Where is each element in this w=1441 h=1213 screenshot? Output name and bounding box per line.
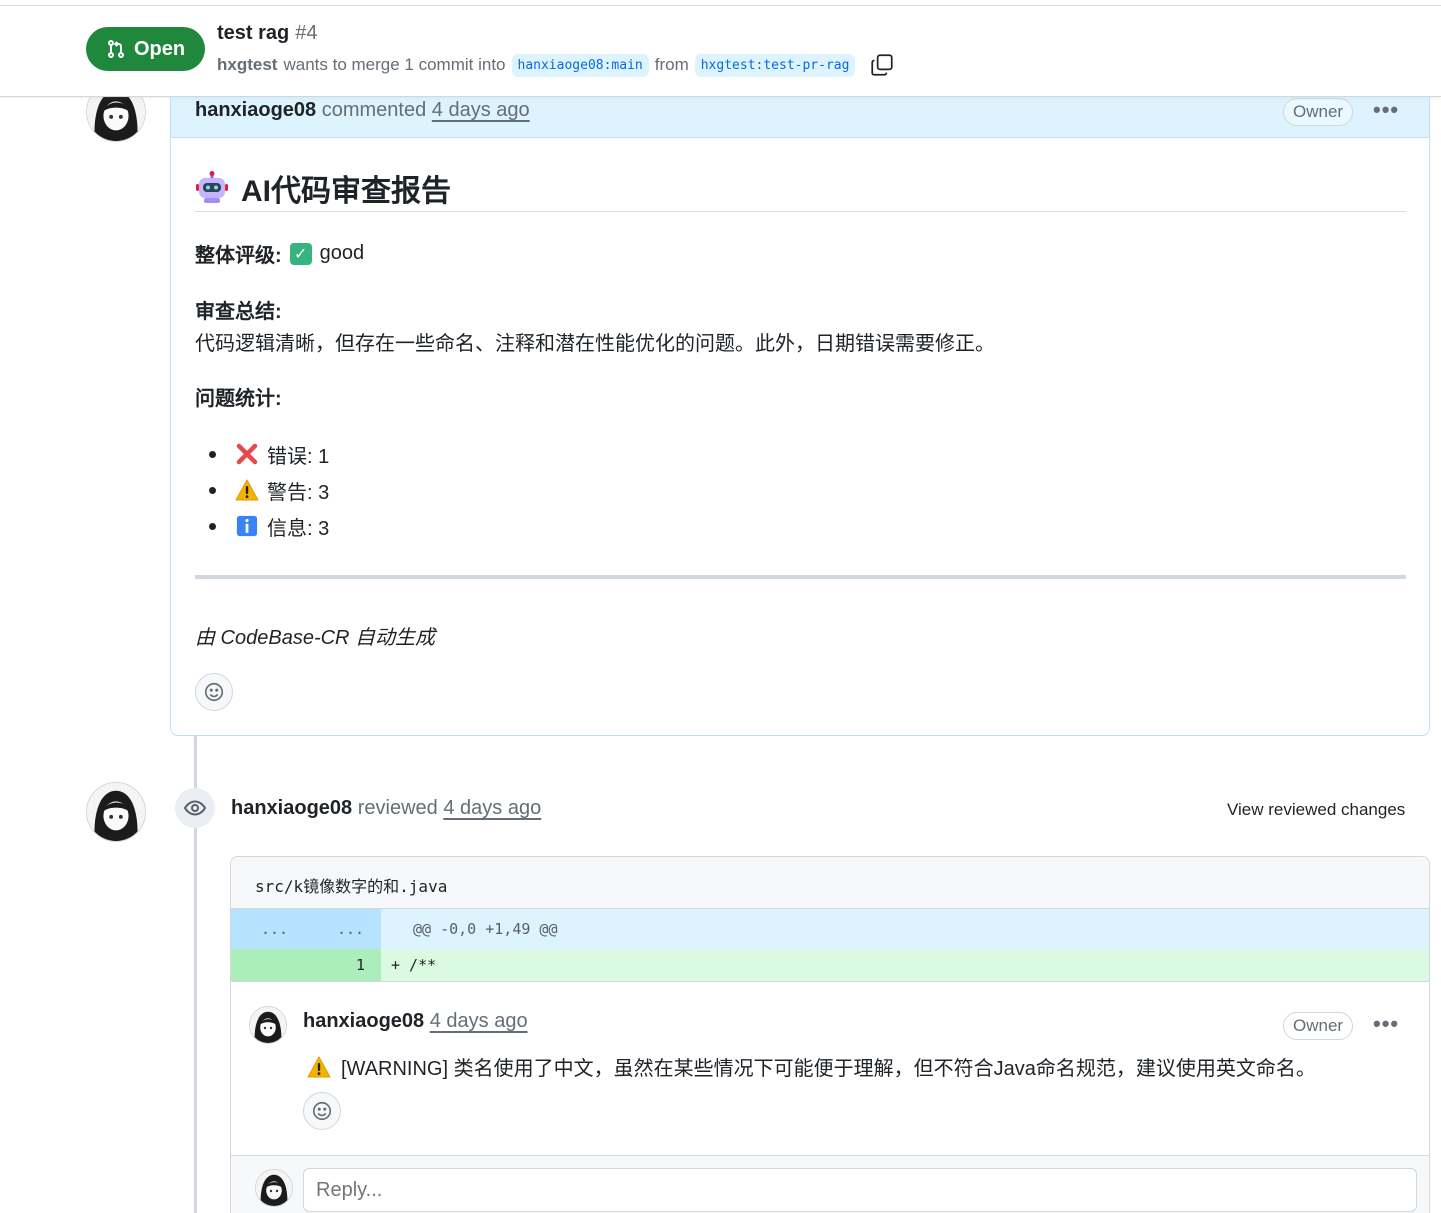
reply-input[interactable]: [303, 1168, 1417, 1212]
rating-label: 整体评级:: [195, 245, 282, 267]
add-reaction-button[interactable]: [303, 1092, 341, 1130]
review-meta: hanxiaoge08 reviewed 4 days ago: [231, 797, 541, 820]
rating-value: good: [319, 242, 365, 264]
warning-icon: [235, 478, 259, 502]
git-pull-request-icon: [107, 40, 124, 58]
owner-badge: Owner: [1283, 98, 1354, 126]
stats-heading: 问题统计:: [195, 382, 282, 411]
stats-label: 问题统计:: [195, 388, 282, 410]
heading-divider: [195, 211, 1406, 212]
body-divider: [195, 575, 1406, 579]
check-mark-icon: ✓: [289, 242, 312, 265]
pr-state-label: Open: [133, 37, 186, 60]
reply-bar: [231, 1155, 1429, 1213]
pr-meta: hxgtest wants to merge 1 commit into han…: [217, 52, 895, 78]
stat-label: 警告: 3: [267, 481, 330, 504]
list-item: 错误: 1: [195, 436, 329, 472]
generated-by-note: 由 CodeBase-CR 自动生成: [195, 627, 436, 649]
thread-comment-meta: hanxiaoge08 4 days ago: [303, 1010, 528, 1033]
review-event-badge: [175, 788, 215, 828]
owner-badge: Owner: [1283, 1012, 1354, 1040]
robot-icon: [196, 171, 228, 203]
thread-message: [WARNING] 类名使用了中文，虽然在某些情况下可能便于理解，但不符合Jav…: [307, 1052, 1316, 1081]
head-branch-label[interactable]: hxgtest:test-pr-rag: [694, 53, 856, 77]
stat-label: 错误: 1: [267, 445, 330, 468]
stats-list: 错误: 1 警告: 3 信息: 3: [195, 436, 329, 544]
current-user-avatar: [255, 1169, 293, 1207]
pr-from-text: from: [654, 55, 689, 74]
summary-label: 审查总结:: [195, 301, 282, 323]
comment-options-button[interactable]: •••: [1373, 97, 1399, 123]
thread-timestamp[interactable]: 4 days ago: [430, 1010, 528, 1032]
view-reviewed-changes-link[interactable]: View reviewed changes: [1227, 800, 1405, 820]
review-thread-box: src/k镜像数字的和.java ... ... @@ -0,0 +1,49 @…: [230, 856, 1430, 1213]
report-heading: AI代码审查报告: [195, 166, 451, 210]
pr-sticky-header: Open test rag #4 hxgtest wants to merge 1…: [0, 6, 1441, 96]
copy-icon[interactable]: [869, 52, 895, 78]
comment-timestamp[interactable]: 4 days ago: [432, 99, 530, 121]
pr-number: #4: [295, 22, 318, 44]
summary-heading: 审查总结:: [195, 295, 282, 324]
comment-meta: hanxiaoge08 commented 4 days ago: [195, 99, 530, 122]
pr-state-badge: Open: [86, 27, 205, 71]
pr-title-text: test rag: [217, 22, 290, 44]
pr-title: test rag #4: [217, 22, 318, 45]
list-item: 警告: 3: [195, 472, 329, 508]
diff-added-line: 1 + /**: [231, 949, 1429, 981]
smiley-icon: [204, 682, 224, 702]
reviewer-link[interactable]: hanxiaoge08: [231, 797, 352, 819]
thread-author-link[interactable]: hanxiaoge08: [303, 1010, 424, 1032]
line-code: + /**: [391, 956, 437, 974]
comment-author-link[interactable]: hanxiaoge08: [195, 99, 316, 121]
thread-options-button[interactable]: •••: [1373, 1011, 1399, 1037]
list-item: 信息: 3: [195, 508, 329, 544]
add-reaction-button[interactable]: [195, 673, 233, 711]
base-branch-label[interactable]: hanxiaoge08:main: [511, 53, 649, 77]
hunk-gutter: ... ...: [231, 909, 381, 949]
summary-text: 代码逻辑清晰，但存在一些命名、注释和潜在性能优化的问题。此外，日期错误需要修正。: [195, 333, 995, 355]
warning-icon: [307, 1055, 331, 1079]
review-action: reviewed: [357, 797, 438, 819]
comment-action: commented: [321, 99, 427, 121]
pr-author-link[interactable]: hxgtest: [217, 55, 277, 75]
info-icon: [235, 514, 259, 538]
thread-comment-avatar[interactable]: [249, 1006, 287, 1044]
rating-line: 整体评级: ✓ good: [195, 239, 364, 268]
pr-comment: hanxiaoge08 commented 4 days ago Owner •…: [170, 70, 1430, 736]
eye-icon: [183, 800, 207, 816]
report-title: AI代码审查报告: [241, 175, 451, 208]
stat-label: 信息: 3: [267, 517, 330, 540]
hunk-text: @@ -0,0 +1,49 @@: [413, 920, 558, 938]
reviewer-avatar[interactable]: [86, 782, 146, 842]
line-gutter: 1: [231, 949, 381, 981]
review-comment: hanxiaoge08 4 days ago Owner ••• [WARNIN…: [231, 981, 1429, 1156]
smiley-icon: [312, 1101, 332, 1121]
file-path[interactable]: src/k镜像数字的和.java: [231, 857, 1429, 909]
hunk-expand-right[interactable]: ...: [337, 920, 364, 938]
cross-mark-icon: [235, 442, 259, 466]
review-timestamp[interactable]: 4 days ago: [443, 797, 541, 819]
pr-merge-text: wants to merge 1 commit into: [283, 55, 506, 74]
thread-message-text: [WARNING] 类名使用了中文，虽然在某些情况下可能便于理解，但不符合Jav…: [341, 1058, 1316, 1080]
hunk-expand-left[interactable]: ...: [261, 920, 288, 938]
diff-hunk-header: ... ... @@ -0,0 +1,49 @@: [231, 909, 1429, 949]
line-number[interactable]: 1: [356, 956, 365, 974]
